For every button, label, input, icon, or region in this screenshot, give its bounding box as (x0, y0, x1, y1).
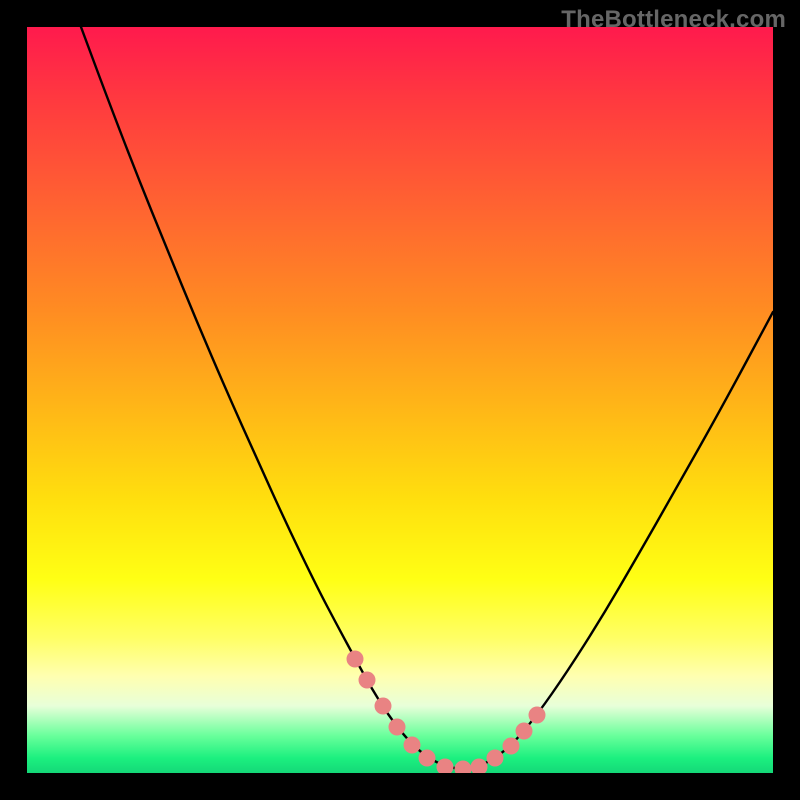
sweet-spot-marker (419, 750, 436, 767)
sweet-spot-marker (375, 698, 392, 715)
sweet-spot-marker (487, 750, 504, 767)
chart-svg (27, 27, 773, 773)
sweet-spot-marker (455, 761, 472, 774)
sweet-spot-marker (437, 759, 454, 774)
bottleneck-curve (81, 27, 773, 769)
sweet-spot-marker (516, 723, 533, 740)
sweet-spot-marker (389, 719, 406, 736)
sweet-spot-marker (347, 651, 364, 668)
sweet-spot-marker (404, 737, 421, 754)
sweet-spot-marker (359, 672, 376, 689)
sweet-spot-marker (471, 759, 488, 774)
watermark-text: TheBottleneck.com (561, 6, 786, 34)
sweet-spot-marker (503, 738, 520, 755)
sweet-spot-marker (529, 707, 546, 724)
plot-area (27, 27, 773, 773)
chart-frame: TheBottleneck.com (0, 0, 800, 800)
sweet-spot-markers (347, 651, 546, 774)
